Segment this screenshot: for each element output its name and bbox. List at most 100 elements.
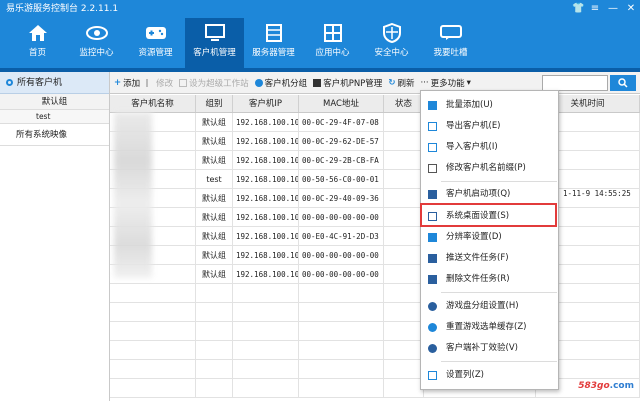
cell-mac: 00-00-00-00-00-00 — [299, 208, 384, 226]
menu-item-startup[interactable]: 客户机启动项(Q) — [421, 184, 560, 204]
columns-icon — [428, 371, 437, 380]
client-group-button[interactable]: 客户机分组 — [254, 77, 307, 89]
menu-item-delete-file[interactable]: 删除文件任务(R) — [421, 269, 560, 289]
empty-cell — [233, 379, 299, 397]
menu-item-patch-verify[interactable]: 客户端补丁效验(V) — [421, 338, 560, 358]
target-icon — [6, 79, 13, 86]
col-group[interactable]: 组别 — [196, 95, 233, 112]
menu-item-resolution[interactable]: 分辨率设置(D) — [421, 227, 560, 247]
shutdown-time-value: 1-11-9 14:55:25 — [563, 189, 631, 198]
client-table: 客户机名称 组别 客户机IP MAC地址 状态 关机时间 默认组 192.168.… — [110, 95, 640, 401]
pencil-icon — [146, 78, 154, 87]
startup-icon — [428, 190, 437, 199]
table-row[interactable]: 默认组 192.168.100.107 00-E0-4C-91-2D-D3 — [110, 227, 640, 246]
sidebar-group-test[interactable]: test — [0, 110, 109, 124]
empty-cell — [233, 322, 299, 340]
nav-client-management[interactable]: 客户机管理 — [185, 18, 244, 68]
menu-item-reset-cache[interactable]: 重置游戏选单缓存(Z) — [421, 317, 560, 337]
table-row[interactable]: 默认组 192.168.100.109 00-00-00-00-00-00 — [110, 265, 640, 284]
push-file-icon — [428, 254, 437, 263]
empty-cell — [110, 360, 196, 378]
menu-label: 游戏盘分组设置(H) — [446, 301, 519, 311]
table-row[interactable]: 默认组 192.168.100.105 00-0C-29-40-09-36 — [110, 189, 640, 208]
nav-app-center[interactable]: 应用中心 — [303, 18, 362, 68]
empty-cell — [384, 322, 424, 340]
pnp-icon — [313, 78, 322, 87]
menu-item-disk-group[interactable]: 游戏盘分组设置(H) — [421, 296, 560, 316]
nav-resources[interactable]: 资源管理 — [126, 18, 185, 68]
menu-item-import[interactable]: 导入客户机(I) — [421, 137, 560, 157]
empty-row — [110, 341, 640, 360]
window-controls: 👕 ≡ — ✕ — [572, 0, 636, 18]
nav-label: 首页 — [28, 48, 46, 58]
skin-icon[interactable]: 👕 — [572, 0, 584, 18]
reset-cache-icon — [428, 323, 437, 332]
table-row[interactable]: 默认组 192.168.100.102 00-0C-29-62-DE-57 — [110, 132, 640, 151]
set-workstation-button[interactable]: 设为超级工作站 — [179, 77, 249, 89]
cell-status — [384, 227, 424, 245]
nav-feedback[interactable]: 我要吐槽 — [421, 18, 480, 68]
plus-icon: + — [114, 77, 122, 88]
cell-group: 默认组 — [196, 208, 233, 226]
add-button[interactable]: + 添加 — [114, 77, 140, 89]
cell-mac: 00-0C-29-40-09-36 — [299, 189, 384, 207]
menu-label: 分辨率设置(D) — [446, 232, 502, 242]
nav-label: 客户机管理 — [193, 48, 236, 58]
more-icon: ··· — [420, 77, 429, 88]
empty-cell — [196, 379, 233, 397]
add-label: 添加 — [123, 78, 141, 89]
table-row[interactable]: test 192.168.100.104 00-50-56-C0-00-01 — [110, 170, 640, 189]
menu-item-edit-prefix[interactable]: 修改客户机名前缀(P) — [421, 158, 560, 178]
table-row[interactable]: 默认组 192.168.100.103 00-0C-29-2B-CB-FA — [110, 151, 640, 170]
nav-server-management[interactable]: 服务器管理 — [244, 18, 303, 68]
col-client-name[interactable]: 客户机名称 — [110, 95, 196, 112]
cell-ip: 192.168.100.102 — [233, 132, 299, 150]
refresh-button[interactable]: ↻ 刷新 — [388, 77, 414, 89]
cell-group: 默认组 — [196, 246, 233, 264]
table-row[interactable]: 默认组 192.168.100.108 00-00-00-00-00-00 — [110, 246, 640, 265]
sidebar-all-clients[interactable]: 所有客户机 — [0, 72, 109, 94]
menu-item-batch-add[interactable]: 批量添加(U) — [421, 95, 560, 115]
menu-item-push-file[interactable]: 推送文件任务(F) — [421, 248, 560, 268]
sidebar-all-images[interactable]: 所有系统映像 — [0, 124, 109, 146]
menu-label: 删除文件任务(R) — [446, 274, 510, 284]
empty-cell — [196, 341, 233, 359]
menu-label: 重置游戏选单缓存(Z) — [446, 322, 527, 332]
col-ip[interactable]: 客户机IP — [233, 95, 299, 112]
server-icon — [263, 23, 285, 43]
cell-status — [384, 132, 424, 150]
search-button[interactable] — [610, 75, 636, 91]
nav-label: 安全中心 — [374, 48, 409, 58]
menu-icon[interactable]: ≡ — [590, 0, 600, 18]
nav-monitor[interactable]: 监控中心 — [67, 18, 126, 68]
col-mac[interactable]: MAC地址 — [299, 95, 384, 112]
menu-label: 客户机启动项(Q) — [446, 189, 511, 199]
sidebar-group-default[interactable]: 默认组 — [0, 94, 109, 110]
toolbar: + 添加 修改 设为超级工作站 客户机分组 客户机PNP管理 ↻ 刷新 ··· 更多功… — [110, 72, 640, 94]
workstation-icon — [179, 78, 188, 87]
search-input[interactable] — [542, 75, 608, 91]
nav-label: 资源管理 — [138, 48, 173, 58]
set-workstation-label: 设为超级工作站 — [189, 78, 249, 89]
more-functions-button[interactable]: ··· 更多功能 ▾ — [420, 77, 470, 89]
menu-item-columns[interactable]: 设置列(Z) — [421, 365, 560, 385]
empty-cell — [299, 360, 384, 378]
empty-cell — [384, 360, 424, 378]
import-icon — [428, 143, 437, 152]
nav-home[interactable]: 首页 — [8, 18, 67, 68]
nav-label: 应用中心 — [315, 48, 350, 58]
close-icon[interactable]: ✕ — [626, 0, 636, 18]
cell-group: test — [196, 170, 233, 188]
col-status[interactable]: 状态 — [384, 95, 424, 112]
nav-security-center[interactable]: 安全中心 — [362, 18, 421, 68]
redacted-names — [114, 112, 152, 278]
menu-label: 批量添加(U) — [446, 100, 493, 110]
table-row[interactable]: 默认组 192.168.100.106 00-00-00-00-00-00 — [110, 208, 640, 227]
edit-button[interactable]: 修改 — [146, 77, 173, 89]
pnp-button[interactable]: 客户机PNP管理 — [313, 77, 382, 89]
minimize-icon[interactable]: — — [608, 0, 618, 18]
table-row[interactable]: 默认组 192.168.100.101 00-0C-29-4F-07-08 — [110, 113, 640, 132]
chevron-down-icon: ▾ — [466, 77, 471, 88]
sidebar: 所有客户机 默认组 test 所有系统映像 — [0, 72, 110, 401]
menu-item-export[interactable]: 导出客户机(E) — [421, 116, 560, 136]
